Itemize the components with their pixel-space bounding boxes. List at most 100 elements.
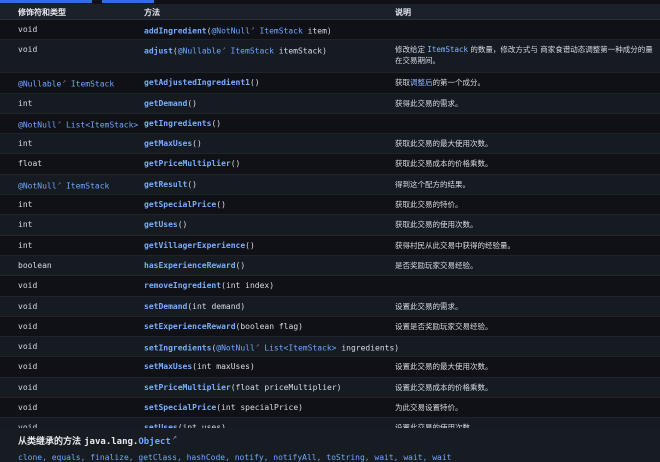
description-text: 设置此交易成本的价格乘数。 bbox=[395, 382, 493, 392]
row-description: 为此交易设置特价。 bbox=[395, 402, 657, 413]
method-params: () bbox=[187, 98, 197, 108]
method-link[interactable]: hasExperienceReward bbox=[144, 261, 236, 270]
row-method-signature: getAdjustedIngredient1() bbox=[144, 78, 260, 87]
description-text: 获得此交易的需求。 bbox=[395, 98, 463, 108]
method-link[interactable]: setExperienceReward bbox=[144, 322, 236, 331]
description-text: 获取此交易的最大使用次数。 bbox=[395, 139, 493, 149]
row-return-type: int bbox=[18, 200, 32, 209]
table-row: int getDemand() 获得此交易的需求。 bbox=[0, 93, 660, 114]
method-params: () bbox=[177, 220, 188, 230]
method-link[interactable]: setPriceMultiplier bbox=[144, 383, 231, 392]
method-link[interactable]: adjust bbox=[144, 47, 173, 56]
table-row: void setPriceMultiplier(float priceMultip… bbox=[0, 377, 660, 399]
row-return-type: void bbox=[18, 383, 37, 392]
method-link[interactable]: getVillagerExperience bbox=[144, 241, 245, 250]
param-annotation[interactable]: @NotNull bbox=[216, 344, 255, 353]
row-return-type: @Nullable↗ ItemStack bbox=[18, 78, 114, 89]
row-return-type: void bbox=[18, 45, 37, 54]
row-description: 获取此交易的特价。 bbox=[395, 199, 657, 210]
table-row: void addIngredient(@NotNull↗ ItemStack it… bbox=[0, 20, 660, 41]
row-method-signature: removeIngredient(int index) bbox=[144, 281, 274, 290]
method-link[interactable]: getDemand bbox=[144, 99, 187, 108]
param-annotation[interactable]: @Nullable bbox=[178, 47, 221, 56]
param-type-link[interactable]: List<ItemStack> bbox=[264, 344, 336, 353]
method-params: () bbox=[245, 240, 255, 250]
row-method-signature: setIngredients(@NotNull↗ List<ItemStack>… bbox=[144, 342, 399, 353]
row-description: 得到这个配方的结果。 bbox=[395, 179, 657, 190]
description-text: 为此交易设置特价。 bbox=[395, 403, 463, 413]
description-code[interactable]: 调整后 bbox=[410, 78, 433, 87]
method-link[interactable]: getResult bbox=[144, 180, 187, 189]
method-link[interactable]: getMaxUses bbox=[144, 139, 192, 148]
external-link-icon: ↗ bbox=[57, 118, 62, 126]
type-name[interactable]: ItemStack bbox=[71, 80, 114, 89]
row-return-type: void bbox=[18, 362, 37, 371]
param-type-link[interactable]: ItemStack bbox=[259, 27, 302, 36]
row-method-signature: setExperienceReward(boolean flag) bbox=[144, 322, 303, 331]
column-header-description: 说明 bbox=[395, 8, 411, 17]
row-return-type: int bbox=[18, 220, 32, 229]
row-description: 获得村民从此交易中获得的经验量。 bbox=[395, 240, 657, 251]
row-return-type: @NotNull↗ ItemStack bbox=[18, 180, 109, 191]
method-link[interactable]: getPriceMultiplier bbox=[144, 159, 231, 168]
description-code[interactable]: ItemStack bbox=[427, 45, 468, 54]
table-row: @NotNull↗ ItemStack getResult() 得到这个配方的结果。 bbox=[0, 174, 660, 196]
type-annotation[interactable]: @Nullable bbox=[18, 80, 61, 89]
type-name[interactable]: List<ItemStack> bbox=[66, 121, 138, 130]
method-link[interactable]: getIngredients bbox=[144, 119, 211, 128]
description-text: 修改给定 bbox=[395, 45, 428, 55]
type-name: void bbox=[18, 281, 38, 291]
method-link[interactable]: setDemand bbox=[144, 302, 187, 311]
row-return-type: void bbox=[18, 403, 37, 412]
method-params: () bbox=[211, 118, 222, 128]
inherited-class-package: java.lang. bbox=[84, 437, 139, 447]
method-link[interactable]: getAdjustedIngredient1 bbox=[144, 78, 250, 87]
row-method-signature: hasExperienceReward() bbox=[144, 261, 245, 270]
row-return-type: int bbox=[18, 241, 32, 250]
table-row: @Nullable↗ ItemStack getAdjustedIngredien… bbox=[0, 73, 660, 94]
method-link[interactable]: addIngredient bbox=[144, 27, 207, 36]
inherited-methods-list[interactable]: clone, equals, finalize, getClass, hashC… bbox=[18, 453, 658, 462]
method-link[interactable]: getSpecialPrice bbox=[144, 200, 216, 209]
method-link[interactable]: setMaxUses bbox=[144, 362, 192, 371]
method-params: () bbox=[249, 78, 260, 88]
method-link[interactable]: setSpecialPrice bbox=[144, 403, 216, 412]
object-class-link[interactable]: Object bbox=[138, 437, 171, 447]
type-name[interactable]: ItemStack bbox=[66, 181, 109, 190]
type-name: void bbox=[18, 342, 38, 352]
method-params: () bbox=[187, 179, 197, 189]
table-row: void setSpecialPrice(int specialPrice) 为此交… bbox=[0, 398, 660, 419]
param-type-link[interactable]: ItemStack bbox=[231, 47, 274, 56]
method-link[interactable]: removeIngredient bbox=[144, 281, 221, 290]
param-annotation[interactable]: @NotNull bbox=[211, 27, 250, 36]
description-text: 获得村民从此交易中获得的经验量。 bbox=[395, 240, 515, 250]
type-annotation[interactable]: @NotNull bbox=[18, 181, 57, 190]
param-name: ingredients) bbox=[336, 343, 400, 353]
method-link[interactable]: setIngredients bbox=[144, 344, 211, 353]
row-description: 获取此交易的最大使用次数。 bbox=[395, 138, 657, 149]
type-annotation[interactable]: @NotNull bbox=[18, 121, 57, 130]
table-row: int getVillagerExperience() 获得村民从此交易中获得的经验… bbox=[0, 236, 660, 256]
type-name: int bbox=[18, 240, 33, 250]
method-params: (int specialPrice) bbox=[216, 403, 303, 413]
method-params: (int demand) bbox=[187, 301, 246, 311]
row-method-signature: setMaxUses(int maxUses) bbox=[144, 362, 255, 371]
method-params: (boolean flag) bbox=[235, 321, 303, 331]
description-text: 设置此交易的最大使用次数。 bbox=[395, 362, 493, 372]
row-method-signature: setSpecialPrice(int specialPrice) bbox=[144, 403, 303, 412]
param-name: item) bbox=[302, 26, 332, 36]
external-link-icon: ↗ bbox=[222, 45, 226, 53]
external-link-icon: ↗ bbox=[250, 25, 255, 32]
row-return-type: float bbox=[18, 159, 42, 168]
row-method-signature: addIngredient(@NotNull↗ ItemStack item) bbox=[144, 25, 332, 36]
table-row: float getPriceMultiplier() 获取此交易成本的价格乘数。 bbox=[0, 154, 660, 175]
row-description: 获得此交易的需求。 bbox=[395, 98, 657, 109]
table-row: void setMaxUses(int maxUses) 设置此交易的最大使用次数。 bbox=[0, 357, 660, 378]
type-name: int bbox=[18, 98, 33, 108]
table-row: @NotNull↗ List<ItemStack> getIngredients(… bbox=[0, 114, 660, 135]
description-text: 获取 bbox=[395, 78, 410, 88]
table-header: 修饰符和类型 方法 说明 bbox=[0, 4, 660, 20]
external-link-icon: ↗ bbox=[171, 435, 177, 442]
description-text: 获取此交易的特价。 bbox=[395, 200, 463, 210]
method-link[interactable]: getUses bbox=[144, 220, 178, 229]
